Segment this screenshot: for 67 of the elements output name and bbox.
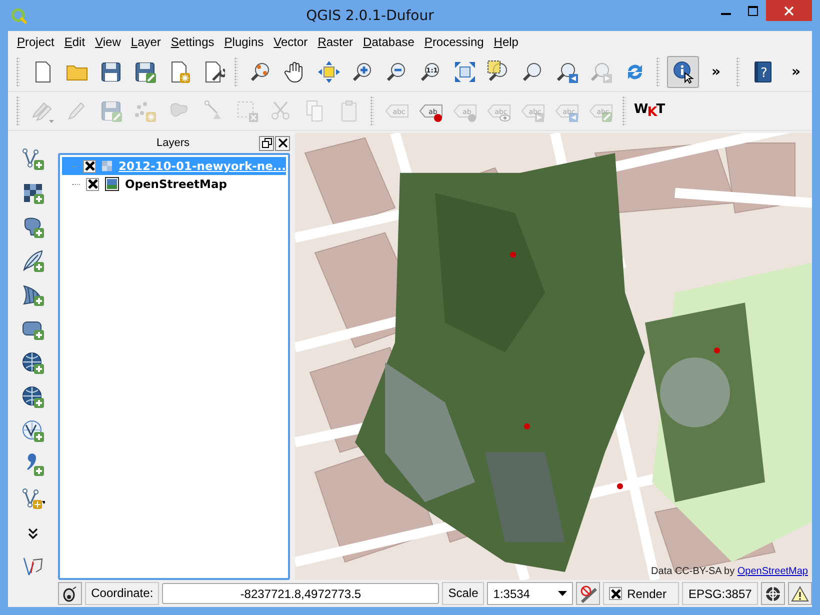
tree-item[interactable]: OpenStreetMap [62,175,286,193]
menu-item[interactable]: Vector [268,35,313,49]
attribution-link[interactable]: OpenStreetMap [737,566,808,577]
menu-item[interactable]: Plugins [219,35,269,49]
vertex-line-icon [21,487,45,511]
vertex-line-icon [21,147,45,171]
checkbox[interactable] [86,178,99,190]
wkt-logo: WKT [634,102,664,120]
stop-icon [579,584,598,602]
toolbar-button[interactable]: WKT [633,95,665,127]
globe-vertex-icon [21,419,45,443]
feather-icon [21,249,45,273]
scale-label: Scale [442,582,484,605]
toolbar-button[interactable] [667,56,699,88]
coordinate-label: Coordinate: [85,582,160,605]
magnifier-icon [555,60,579,84]
close-panel-button[interactable] [275,136,290,150]
float-icon [262,138,272,148]
menu-item[interactable]: Edit [59,35,90,49]
menu-item[interactable]: Settings [166,35,220,49]
magnifier-icon [589,60,613,84]
globe-icon [21,351,45,375]
close-icon [784,6,794,16]
overflow-button[interactable]: » [784,64,808,80]
info-icon [671,60,695,84]
menu-item[interactable]: Project [12,35,60,49]
warning-icon [790,586,809,602]
attribution-text: Data CC-BY-SA by [651,566,735,577]
dots-icon [133,99,157,123]
stop-render-button[interactable] [576,582,600,605]
check-mark-icon [88,179,98,189]
maximize-icon [748,6,758,16]
app-logo-icon [10,6,28,24]
crs-button[interactable]: EPSG:3857 [682,582,758,605]
expand-arrows-icon [453,60,477,84]
selection-delete-icon [235,99,259,123]
minimize-icon [720,13,730,15]
overflow-button[interactable]: » [704,64,728,80]
check-mark-icon [84,161,95,171]
close-button[interactable] [766,0,812,21]
mouse-toggle-button[interactable] [58,582,82,605]
globe-icon [764,584,782,602]
scale-dropdown[interactable]: 1:3534 [487,582,573,605]
caret-icon [558,591,567,596]
arrows-icon [317,60,341,84]
render-checkbox[interactable]: Render [603,582,680,605]
checkbox[interactable] [83,160,96,172]
menu-item[interactable]: Layer [126,35,166,49]
float-button[interactable] [259,136,274,150]
sail-icon [21,283,45,307]
globe-icon [21,385,45,409]
menu-item[interactable]: Processing [419,35,489,49]
panel-title: Layers [155,137,191,149]
menu-item[interactable]: View [90,35,126,49]
image-icon [105,177,119,191]
coordinate-field[interactable]: -8237721.8,4972773.5 [162,583,440,604]
checker-icon [102,158,112,174]
check-mark-icon [610,588,621,598]
close-icon [278,138,288,148]
messages-button[interactable] [788,582,812,605]
menu-item[interactable]: Raster [312,35,358,49]
projection-button[interactable] [760,582,785,605]
window-title: QGIS 2.0.1-Dufour [305,8,435,24]
checker-icon [21,181,45,205]
menu-item[interactable]: Help [488,35,524,49]
mouse-icon [62,586,78,602]
menu-item[interactable]: Database [358,35,420,49]
